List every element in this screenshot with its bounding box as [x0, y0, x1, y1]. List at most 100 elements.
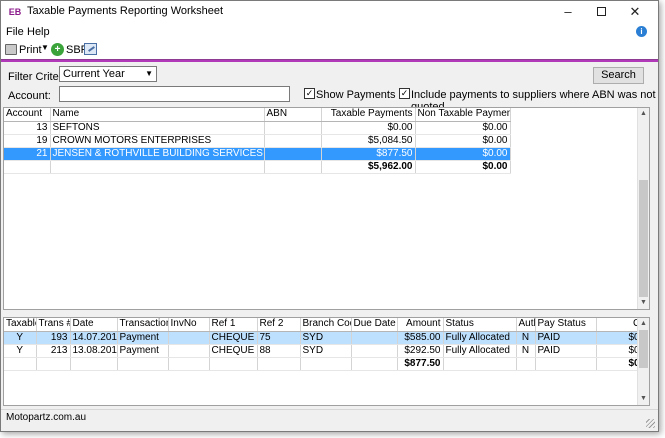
- cell-blank: [257, 356, 301, 371]
- table-row[interactable]: 19 CROWN MOTORS ENTERPRISES $5,084.50 $0…: [4, 134, 511, 148]
- table-row-selected[interactable]: Y 193 14.07.2016 Payment CHEQUE 75 SYD $…: [4, 331, 649, 345]
- cell-blank: [4, 159, 51, 174]
- show-payments-label: Show Payments: [316, 89, 396, 101]
- payments-header-row: Taxable Trans # Date Transaction InvNo R…: [4, 318, 649, 332]
- cell-taxable: Y: [4, 344, 37, 358]
- maximize-button[interactable]: [584, 1, 618, 23]
- resize-grip-icon[interactable]: [646, 419, 655, 428]
- dropdown-arrow-icon: ▼: [145, 69, 153, 78]
- print-icon[interactable]: [5, 44, 17, 55]
- col-abn[interactable]: ABN: [264, 108, 322, 122]
- cell-status: Fully Allocated: [443, 331, 517, 345]
- total-taxable: $5,962.00: [321, 159, 416, 174]
- accent-divider: [1, 60, 658, 62]
- cell-abn: [264, 134, 322, 148]
- cell-name: CROWN MOTORS ENTERPRISES: [50, 134, 265, 148]
- minimize-button[interactable]: –: [551, 1, 585, 23]
- col-taxable[interactable]: Taxable: [4, 318, 37, 332]
- cell-blank: [117, 356, 169, 371]
- suppliers-grid: Account Name ABN Taxable Payments Non Ta…: [3, 107, 650, 310]
- cell-name: JENSEN & ROTHVILLE BUILDING SERVICES: [50, 147, 265, 161]
- col-invno[interactable]: InvNo: [168, 318, 210, 332]
- sbr-icon[interactable]: +: [51, 43, 64, 56]
- col-branch-code[interactable]: Branch Code: [300, 318, 352, 332]
- cell-amount: $292.50: [397, 344, 444, 358]
- cell-transaction: Payment: [117, 344, 169, 358]
- col-date[interactable]: Date: [70, 318, 118, 332]
- filter-criteria-select[interactable]: Current Year ▼: [59, 66, 157, 82]
- cell-abn: [264, 147, 322, 161]
- suppliers-header-row: Account Name ABN Taxable Payments Non Ta…: [4, 108, 511, 122]
- payments-table: Taxable Trans # Date Transaction InvNo R…: [4, 318, 649, 371]
- cell-blank: [70, 356, 118, 371]
- scroll-down-icon[interactable]: ▼: [638, 393, 649, 405]
- payments-grid: Taxable Trans # Date Transaction InvNo R…: [3, 317, 650, 406]
- cell-auth: N: [516, 344, 536, 358]
- main-window: EB Taxable Payments Reporting Worksheet …: [0, 0, 659, 432]
- col-non-taxable-payments[interactable]: Non Taxable Payments: [415, 108, 511, 122]
- col-transaction[interactable]: Transaction: [117, 318, 169, 332]
- cell-non-taxable: $0.00: [415, 147, 511, 161]
- scroll-up-icon[interactable]: ▲: [638, 318, 649, 330]
- col-ref2[interactable]: Ref 2: [257, 318, 301, 332]
- menu-bar: File Help i: [1, 23, 658, 40]
- filter-criteria-value: Current Year: [63, 68, 125, 80]
- suppliers-scrollbar[interactable]: ▲ ▼: [637, 108, 649, 309]
- table-row-selected[interactable]: 21 JENSEN & ROTHVILLE BUILDING SERVICES …: [4, 147, 511, 161]
- menu-file[interactable]: File: [6, 26, 24, 38]
- cell-taxable: $0.00: [321, 121, 416, 135]
- scroll-thumb[interactable]: [639, 330, 648, 368]
- menu-help[interactable]: Help: [27, 26, 50, 38]
- cell-blank: [36, 356, 71, 371]
- col-account[interactable]: Account: [4, 108, 51, 122]
- cell-pay-status: PAID: [535, 344, 597, 358]
- scroll-up-icon[interactable]: ▲: [638, 108, 649, 120]
- cell-invno: [168, 331, 210, 345]
- show-payments-checkbox[interactable]: ✓: [304, 88, 315, 99]
- cell-date: 13.08.2016: [70, 344, 118, 358]
- cell-blank: [535, 356, 597, 371]
- col-pay-status[interactable]: Pay Status: [535, 318, 597, 332]
- status-bar: Motopartz.com.au: [1, 409, 658, 431]
- col-auth[interactable]: Auth: [516, 318, 536, 332]
- cell-pay-status: PAID: [535, 331, 597, 345]
- cell-branch: SYD: [300, 344, 352, 358]
- cell-blank: [209, 356, 258, 371]
- close-button[interactable]: ✕: [618, 1, 652, 23]
- cell-taxable: $877.50: [321, 147, 416, 161]
- col-status[interactable]: Status: [443, 318, 517, 332]
- scroll-down-icon[interactable]: ▼: [638, 297, 649, 309]
- cell-blank: [168, 356, 210, 371]
- cell-auth: N: [516, 331, 536, 345]
- col-trans[interactable]: Trans #: [36, 318, 71, 332]
- payments-scrollbar[interactable]: ▲ ▼: [637, 318, 649, 405]
- table-row[interactable]: Y 213 13.08.2016 Payment CHEQUE 88 SYD $…: [4, 344, 649, 358]
- col-amount[interactable]: Amount: [397, 318, 444, 332]
- cell-ref2: 88: [257, 344, 301, 358]
- col-ref1[interactable]: Ref 1: [209, 318, 258, 332]
- cell-blank: [50, 159, 265, 174]
- help-icon[interactable]: i: [636, 26, 647, 37]
- col-due-date[interactable]: Due Date: [351, 318, 398, 332]
- print-dropdown-icon[interactable]: ▼: [41, 43, 49, 52]
- print-button[interactable]: Print: [19, 44, 42, 56]
- eb-app-icon: EB: [7, 6, 23, 18]
- totals-row: $5,962.00 $0.00: [4, 159, 511, 174]
- search-button[interactable]: Search: [593, 67, 644, 84]
- include-abn-checkbox[interactable]: ✓: [399, 88, 410, 99]
- cell-taxable: $5,084.50: [321, 134, 416, 148]
- total-non-taxable: $0.00: [415, 159, 511, 174]
- cell-ref2: 75: [257, 331, 301, 345]
- cell-account: 13: [4, 121, 51, 135]
- col-taxable-payments[interactable]: Taxable Payments: [321, 108, 416, 122]
- account-input[interactable]: [59, 86, 290, 102]
- scroll-thumb[interactable]: [639, 180, 648, 297]
- cell-transaction: Payment: [117, 331, 169, 345]
- table-row[interactable]: 13 SEFTONS $0.00 $0.00: [4, 121, 511, 135]
- edit-icon[interactable]: [84, 43, 97, 55]
- cell-amount: $585.00: [397, 331, 444, 345]
- cell-blank: [4, 356, 37, 371]
- col-name[interactable]: Name: [50, 108, 265, 122]
- cell-blank: [300, 356, 352, 371]
- totals-row: $877.50 $0.00: [4, 356, 649, 371]
